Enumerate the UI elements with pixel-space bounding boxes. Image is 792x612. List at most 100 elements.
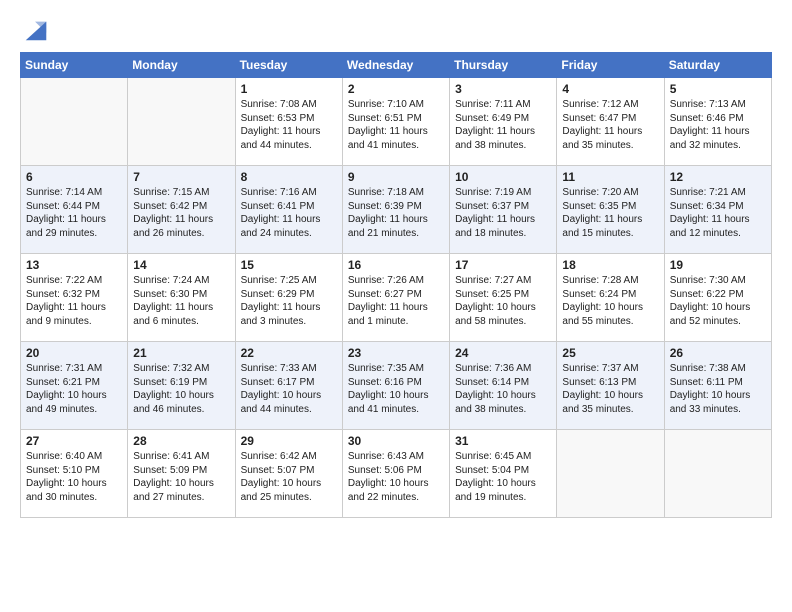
weekday-header-row: SundayMondayTuesdayWednesdayThursdayFrid…	[21, 53, 772, 78]
calendar-cell: 24 Sunrise: 7:36 AM Sunset: 6:14 PM Dayli…	[450, 342, 557, 430]
day-number: 14	[133, 258, 229, 272]
day-info: Sunrise: 7:25 AM Sunset: 6:29 PM Dayligh…	[241, 274, 337, 328]
calendar-cell: 23 Sunrise: 7:35 AM Sunset: 6:16 PM Dayli…	[342, 342, 449, 430]
day-info: Sunrise: 7:24 AM Sunset: 6:30 PM Dayligh…	[133, 274, 229, 328]
day-info: Sunrise: 6:41 AM Sunset: 5:09 PM Dayligh…	[133, 450, 229, 504]
calendar-cell	[664, 430, 771, 518]
day-number: 9	[348, 170, 444, 184]
calendar-week-2: 6 Sunrise: 7:14 AM Sunset: 6:44 PM Daylig…	[21, 166, 772, 254]
calendar-week-3: 13 Sunrise: 7:22 AM Sunset: 6:32 PM Dayli…	[21, 254, 772, 342]
day-info: Sunrise: 7:11 AM Sunset: 6:49 PM Dayligh…	[455, 98, 551, 152]
calendar-cell: 9 Sunrise: 7:18 AM Sunset: 6:39 PM Daylig…	[342, 166, 449, 254]
calendar-week-5: 27Sunrise: 6:40 AM Sunset: 5:10 PM Dayli…	[21, 430, 772, 518]
calendar: SundayMondayTuesdayWednesdayThursdayFrid…	[20, 52, 772, 518]
day-number: 26	[670, 346, 766, 360]
calendar-cell: 14 Sunrise: 7:24 AM Sunset: 6:30 PM Dayli…	[128, 254, 235, 342]
day-number: 21	[133, 346, 229, 360]
day-number: 23	[348, 346, 444, 360]
day-info: Sunrise: 7:20 AM Sunset: 6:35 PM Dayligh…	[562, 186, 658, 240]
day-info: Sunrise: 7:31 AM Sunset: 6:21 PM Dayligh…	[26, 362, 122, 416]
weekday-header-monday: Monday	[128, 53, 235, 78]
calendar-cell: 29 Sunrise: 6:42 AM Sunset: 5:07 PM Dayli…	[235, 430, 342, 518]
calendar-cell: 12Sunrise: 7:21 AM Sunset: 6:34 PM Dayli…	[664, 166, 771, 254]
day-info: Sunrise: 7:32 AM Sunset: 6:19 PM Dayligh…	[133, 362, 229, 416]
calendar-cell: 17 Sunrise: 7:27 AM Sunset: 6:25 PM Dayli…	[450, 254, 557, 342]
day-info: Sunrise: 7:37 AM Sunset: 6:13 PM Dayligh…	[562, 362, 658, 416]
calendar-week-4: 20 Sunrise: 7:31 AM Sunset: 6:21 PM Dayli…	[21, 342, 772, 430]
calendar-cell: 1 Sunrise: 7:08 AM Sunset: 6:53 PM Daylig…	[235, 78, 342, 166]
logo-icon	[22, 16, 50, 44]
day-info: Sunrise: 6:42 AM Sunset: 5:07 PM Dayligh…	[241, 450, 337, 504]
calendar-cell: 10 Sunrise: 7:19 AM Sunset: 6:37 PM Dayli…	[450, 166, 557, 254]
day-info: Sunrise: 7:30 AM Sunset: 6:22 PM Dayligh…	[670, 274, 766, 328]
day-info: Sunrise: 7:13 AM Sunset: 6:46 PM Dayligh…	[670, 98, 766, 152]
calendar-cell: 31Sunrise: 6:45 AM Sunset: 5:04 PM Dayli…	[450, 430, 557, 518]
day-info: Sunrise: 7:21 AM Sunset: 6:34 PM Dayligh…	[670, 186, 766, 240]
day-number: 30	[348, 434, 444, 448]
day-info: Sunrise: 7:12 AM Sunset: 6:47 PM Dayligh…	[562, 98, 658, 152]
day-info: Sunrise: 6:40 AM Sunset: 5:10 PM Dayligh…	[26, 450, 122, 504]
calendar-cell: 26 Sunrise: 7:38 AM Sunset: 6:11 PM Dayli…	[664, 342, 771, 430]
calendar-cell: 18 Sunrise: 7:28 AM Sunset: 6:24 PM Dayli…	[557, 254, 664, 342]
logo	[20, 16, 50, 44]
calendar-cell: 3 Sunrise: 7:11 AM Sunset: 6:49 PM Daylig…	[450, 78, 557, 166]
calendar-cell: 16Sunrise: 7:26 AM Sunset: 6:27 PM Dayli…	[342, 254, 449, 342]
day-number: 6	[26, 170, 122, 184]
day-info: Sunrise: 7:18 AM Sunset: 6:39 PM Dayligh…	[348, 186, 444, 240]
calendar-cell: 4Sunrise: 7:12 AM Sunset: 6:47 PM Daylig…	[557, 78, 664, 166]
calendar-cell: 28 Sunrise: 6:41 AM Sunset: 5:09 PM Dayli…	[128, 430, 235, 518]
day-number: 5	[670, 82, 766, 96]
day-info: Sunrise: 7:28 AM Sunset: 6:24 PM Dayligh…	[562, 274, 658, 328]
day-info: Sunrise: 7:36 AM Sunset: 6:14 PM Dayligh…	[455, 362, 551, 416]
day-number: 18	[562, 258, 658, 272]
day-number: 8	[241, 170, 337, 184]
day-info: Sunrise: 7:27 AM Sunset: 6:25 PM Dayligh…	[455, 274, 551, 328]
weekday-header-tuesday: Tuesday	[235, 53, 342, 78]
calendar-cell: 2 Sunrise: 7:10 AM Sunset: 6:51 PM Daylig…	[342, 78, 449, 166]
day-number: 13	[26, 258, 122, 272]
day-number: 19	[670, 258, 766, 272]
calendar-cell: 20 Sunrise: 7:31 AM Sunset: 6:21 PM Dayli…	[21, 342, 128, 430]
calendar-cell: 30 Sunrise: 6:43 AM Sunset: 5:06 PM Dayli…	[342, 430, 449, 518]
weekday-header-wednesday: Wednesday	[342, 53, 449, 78]
day-info: Sunrise: 7:19 AM Sunset: 6:37 PM Dayligh…	[455, 186, 551, 240]
calendar-cell: 19 Sunrise: 7:30 AM Sunset: 6:22 PM Dayli…	[664, 254, 771, 342]
day-number: 28	[133, 434, 229, 448]
day-number: 29	[241, 434, 337, 448]
calendar-cell: 5 Sunrise: 7:13 AM Sunset: 6:46 PM Daylig…	[664, 78, 771, 166]
day-info: Sunrise: 7:35 AM Sunset: 6:16 PM Dayligh…	[348, 362, 444, 416]
calendar-cell: 22Sunrise: 7:33 AM Sunset: 6:17 PM Dayli…	[235, 342, 342, 430]
calendar-cell: 15 Sunrise: 7:25 AM Sunset: 6:29 PM Dayli…	[235, 254, 342, 342]
day-info: Sunrise: 7:38 AM Sunset: 6:11 PM Dayligh…	[670, 362, 766, 416]
calendar-cell: 6 Sunrise: 7:14 AM Sunset: 6:44 PM Daylig…	[21, 166, 128, 254]
day-info: Sunrise: 7:15 AM Sunset: 6:42 PM Dayligh…	[133, 186, 229, 240]
weekday-header-friday: Friday	[557, 53, 664, 78]
day-number: 10	[455, 170, 551, 184]
day-info: Sunrise: 7:10 AM Sunset: 6:51 PM Dayligh…	[348, 98, 444, 152]
day-number: 11	[562, 170, 658, 184]
calendar-cell	[557, 430, 664, 518]
day-info: Sunrise: 6:43 AM Sunset: 5:06 PM Dayligh…	[348, 450, 444, 504]
day-info: Sunrise: 7:16 AM Sunset: 6:41 PM Dayligh…	[241, 186, 337, 240]
day-number: 7	[133, 170, 229, 184]
day-info: Sunrise: 7:08 AM Sunset: 6:53 PM Dayligh…	[241, 98, 337, 152]
day-number: 20	[26, 346, 122, 360]
day-number: 3	[455, 82, 551, 96]
day-number: 16	[348, 258, 444, 272]
calendar-cell	[128, 78, 235, 166]
weekday-header-thursday: Thursday	[450, 53, 557, 78]
day-number: 1	[241, 82, 337, 96]
day-info: Sunrise: 7:14 AM Sunset: 6:44 PM Dayligh…	[26, 186, 122, 240]
weekday-header-sunday: Sunday	[21, 53, 128, 78]
weekday-header-saturday: Saturday	[664, 53, 771, 78]
day-number: 24	[455, 346, 551, 360]
day-number: 22	[241, 346, 337, 360]
day-number: 17	[455, 258, 551, 272]
day-info: Sunrise: 7:22 AM Sunset: 6:32 PM Dayligh…	[26, 274, 122, 328]
day-info: Sunrise: 6:45 AM Sunset: 5:04 PM Dayligh…	[455, 450, 551, 504]
calendar-cell	[21, 78, 128, 166]
calendar-cell: 11 Sunrise: 7:20 AM Sunset: 6:35 PM Dayli…	[557, 166, 664, 254]
calendar-cell: 13 Sunrise: 7:22 AM Sunset: 6:32 PM Dayli…	[21, 254, 128, 342]
day-number: 2	[348, 82, 444, 96]
day-number: 15	[241, 258, 337, 272]
